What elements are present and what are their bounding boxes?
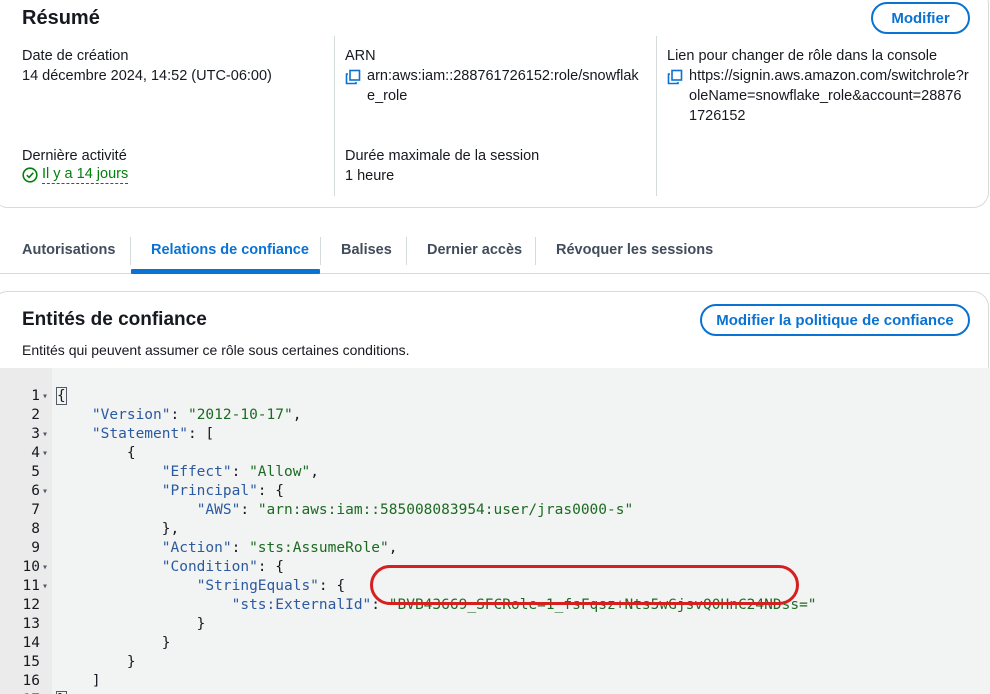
code-line: 16 ] (22, 673, 101, 689)
code-line: 12 "sts:ExternalId": "BVB43669_SFCRole=1… (22, 597, 817, 613)
copy-icon[interactable] (345, 69, 361, 85)
tab-tags[interactable]: Balises (341, 242, 392, 258)
arn-value: arn:aws:iam::288761726152:role/snowflake… (367, 68, 639, 104)
tab-permissions[interactable]: Autorisations (22, 242, 115, 258)
code-line: 6 ▾ "Principal": { (31, 483, 284, 499)
arn-label: ARN (345, 48, 376, 64)
max-session-value: 1 heure (345, 168, 395, 184)
tab-trust-relationships[interactable]: Relations de confiance (151, 242, 309, 258)
trust-entities-title: Entités de confiance (22, 309, 207, 330)
copy-icon[interactable] (667, 69, 683, 85)
code-line: 13 } (22, 616, 206, 632)
code-line: 2 "Version": "2012-10-17", (31, 407, 302, 423)
max-session-field: Durée maximale de la session 1 heure (345, 146, 645, 186)
tab-separator (320, 237, 321, 265)
code-line: 5 "Effect": "Allow", (31, 464, 319, 480)
last-activity-value: Il y a 14 jours (42, 166, 129, 184)
code-line: 15 } (22, 654, 136, 670)
arn-field: ARN arn:aws:iam::288761726152:role/snowf… (345, 46, 645, 106)
switch-role-label: Lien pour changer de rôle dans la consol… (667, 48, 938, 64)
code-line: 8 }, (31, 521, 180, 537)
code-line: 10 ▾ "Condition": { (22, 559, 284, 575)
last-activity-label: Dernière activité (22, 148, 127, 164)
code-line: 3 ▾ "Statement": [ (31, 426, 215, 442)
code-line: 4 ▾ { (31, 445, 136, 461)
tab-last-accessed[interactable]: Dernier accès (427, 242, 522, 258)
summary-title: Résumé (22, 7, 100, 29)
edit-button[interactable]: Modifier (871, 2, 970, 34)
active-tab-indicator (131, 269, 320, 274)
tab-separator (130, 237, 131, 265)
edit-trust-policy-button[interactable]: Modifier la politique de confiance (700, 304, 970, 336)
code-line: 9 "Action": "sts:AssumeRole", (31, 540, 398, 556)
switch-role-field: Lien pour changer de rôle dans la consol… (667, 46, 977, 126)
tab-separator (406, 237, 407, 265)
last-activity-status[interactable]: Il y a 14 jours (22, 166, 322, 184)
max-session-label: Durée maximale de la session (345, 148, 540, 164)
tab-revoke-sessions[interactable]: Révoquer les sessions (556, 242, 713, 258)
trust-entities-description: Entités qui peuvent assumer ce rôle sous… (22, 342, 410, 358)
creation-date-field: Date de création 14 décembre 2024, 14:52… (22, 46, 322, 86)
column-divider (656, 36, 657, 196)
code-line: 1 ▾{ (31, 387, 67, 405)
code-line: 11 ▾ "StringEquals": { (22, 578, 346, 594)
code-line: 14 } (22, 635, 171, 651)
check-circle-icon (22, 167, 38, 183)
column-divider (334, 36, 335, 196)
code-line: 7 "AWS": "arn:aws:iam::585008083954:user… (31, 502, 634, 518)
code-line: 17} (0, 672, 990, 694)
creation-date-value: 14 décembre 2024, 14:52 (UTC-06:00) (22, 68, 272, 84)
creation-date-label: Date de création (22, 48, 129, 64)
switch-role-link[interactable]: https://signin.aws.amazon.com/switchrole… (689, 66, 969, 126)
last-activity-field: Dernière activité Il y a 14 jours (22, 146, 322, 184)
tab-separator (535, 237, 536, 265)
